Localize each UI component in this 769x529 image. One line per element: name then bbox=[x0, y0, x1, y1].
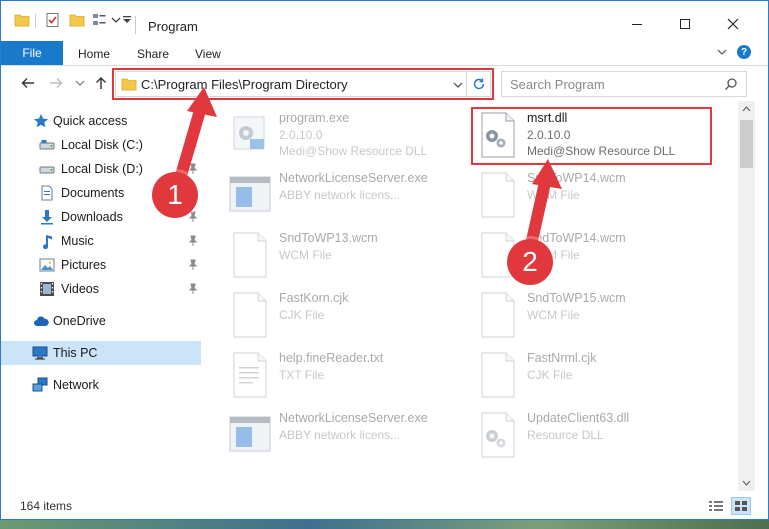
callout-arrows bbox=[174, 87, 562, 260]
callout-badge-1: 1 bbox=[152, 172, 198, 218]
arrow-1 bbox=[174, 87, 217, 185]
callout-badge-2: 2 bbox=[507, 239, 553, 285]
desktop-background bbox=[0, 520, 769, 529]
explorer-window: Program File Home Share View ? C:\Progra… bbox=[0, 0, 769, 520]
